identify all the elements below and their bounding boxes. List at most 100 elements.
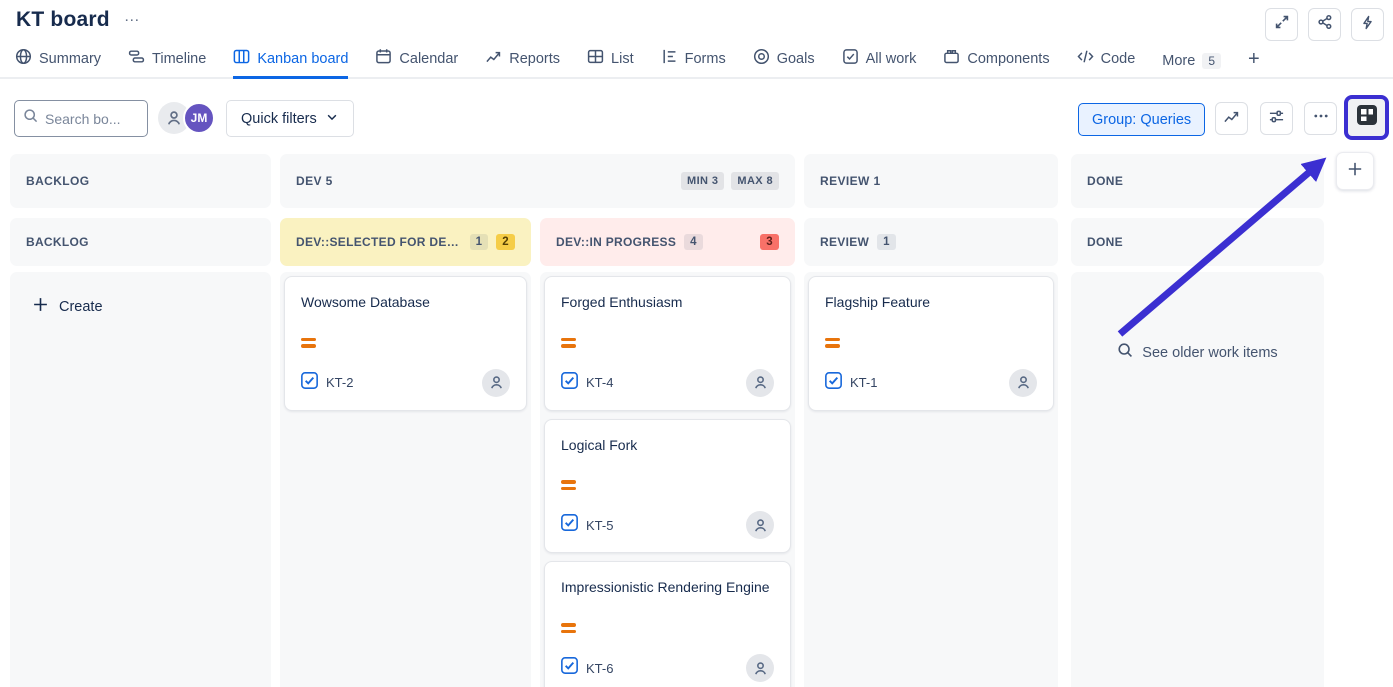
done-column: See older work items — [1071, 272, 1324, 687]
task-type-icon — [561, 372, 578, 394]
backlog-column: Create — [10, 272, 271, 687]
page-title: KT board — [16, 8, 110, 32]
see-older-work-items-link[interactable]: See older work items — [1075, 342, 1320, 363]
insights-icon — [1223, 108, 1240, 130]
expand-button[interactable] — [1265, 8, 1298, 41]
subcolumn-header-backlog[interactable]: BACKLOG — [10, 218, 271, 266]
share-button[interactable] — [1308, 8, 1341, 41]
task-type-icon — [561, 657, 578, 679]
priority-medium-icon — [301, 338, 316, 348]
tab-timeline[interactable]: Timeline — [128, 48, 206, 77]
assignee-avatar[interactable] — [482, 369, 510, 397]
priority-medium-icon — [561, 480, 576, 490]
view-settings-button[interactable] — [1260, 102, 1293, 135]
card-kt-1[interactable]: Flagship Feature KT-1 — [808, 276, 1054, 411]
priority-medium-icon — [825, 338, 840, 348]
components-icon — [943, 48, 960, 69]
search-icon — [23, 108, 39, 129]
tab-forms[interactable]: Forms — [661, 48, 726, 77]
card-kt-5[interactable]: Logical Fork KT-5 — [544, 419, 791, 554]
card-key: KT-5 — [586, 518, 613, 533]
view-tabs: Summary Timeline Kanban board Calendar R… — [0, 46, 1393, 79]
subcolumn-header-review[interactable]: REVIEW 1 — [804, 218, 1058, 266]
share-icon — [1317, 14, 1333, 35]
plus-icon — [32, 296, 49, 317]
insights-button[interactable] — [1215, 102, 1248, 135]
card-title: Wowsome Database — [301, 292, 510, 314]
calendar-icon — [375, 48, 392, 69]
limit-violation-badge: 3 — [760, 234, 779, 250]
more-count-badge: 5 — [1202, 53, 1221, 69]
card-key: KT-1 — [850, 375, 877, 390]
add-view-tab[interactable]: + — [1248, 48, 1260, 77]
card-title: Logical Fork — [561, 435, 774, 457]
quick-filters-dropdown[interactable]: Quick filters — [226, 100, 354, 137]
search-input[interactable] — [45, 111, 135, 127]
tab-more[interactable]: More5 — [1162, 53, 1221, 77]
assignee-avatar[interactable] — [1009, 369, 1037, 397]
kanban-board-page: KT board … Summary Timeline Kanban board… — [0, 0, 1393, 687]
tab-code[interactable]: Code — [1077, 48, 1136, 77]
ellipsis-icon — [1313, 108, 1329, 129]
board-icon — [233, 48, 250, 69]
assignee-avatar[interactable] — [746, 511, 774, 539]
timeline-icon — [128, 48, 145, 69]
board-config-icon — [1357, 105, 1377, 130]
assignee-avatar[interactable] — [746, 369, 774, 397]
card-key: KT-6 — [586, 661, 613, 676]
card-key: KT-4 — [586, 375, 613, 390]
assignee-avatar[interactable] — [746, 654, 774, 682]
list-icon — [587, 48, 604, 69]
tab-summary[interactable]: Summary — [15, 48, 101, 77]
card-kt-6[interactable]: Impressionistic Rendering Engine KT-6 — [544, 561, 791, 687]
card-title: Flagship Feature — [825, 292, 1037, 314]
priority-medium-icon — [561, 338, 576, 348]
goals-icon — [753, 48, 770, 69]
column-header-review[interactable]: REVIEW 1 — [804, 154, 1058, 208]
title-more-menu[interactable]: … — [124, 9, 141, 25]
priority-medium-icon — [561, 623, 576, 633]
card-kt-4[interactable]: Forged Enthusiasm KT-4 — [544, 276, 791, 411]
subcolumn-header-done[interactable]: DONE — [1071, 218, 1324, 266]
plus-icon: + — [1248, 48, 1260, 71]
tab-goals[interactable]: Goals — [753, 48, 815, 77]
tab-kanban-board[interactable]: Kanban board — [233, 48, 348, 79]
min-limit-badge: MIN 3 — [681, 172, 724, 190]
in-progress-column: Forged Enthusiasm KT-4 Logical Fork KT-5… — [540, 272, 795, 687]
create-button[interactable]: Create — [14, 276, 267, 317]
tab-calendar[interactable]: Calendar — [375, 48, 458, 77]
board-toolbar: JM Quick filters Group: Queries — [0, 98, 1393, 140]
code-icon — [1077, 48, 1094, 69]
lightning-icon — [1360, 15, 1375, 35]
more-actions-button[interactable] — [1304, 102, 1337, 135]
card-title: Impressionistic Rendering Engine — [561, 577, 774, 599]
selected-for-development-column: Wowsome Database KT-2 — [280, 272, 531, 687]
user-avatar-jm[interactable]: JM — [183, 102, 215, 134]
tab-list[interactable]: List — [587, 48, 634, 77]
card-title: Forged Enthusiasm — [561, 292, 774, 314]
tab-all-work[interactable]: All work — [842, 48, 917, 77]
chevron-down-icon — [325, 110, 339, 128]
automation-button[interactable] — [1351, 8, 1384, 41]
forms-icon — [661, 48, 678, 69]
count-badge: 2 — [496, 234, 515, 250]
card-kt-2[interactable]: Wowsome Database KT-2 — [284, 276, 527, 411]
min-count-badge: 1 — [470, 234, 489, 250]
task-type-icon — [825, 372, 842, 394]
column-header-backlog[interactable]: BACKLOG — [10, 154, 271, 208]
search-board[interactable] — [14, 100, 148, 137]
expand-icon — [1274, 14, 1290, 35]
column-header-done[interactable]: DONE — [1071, 154, 1324, 208]
globe-icon — [15, 48, 32, 69]
tab-reports[interactable]: Reports — [485, 48, 560, 77]
subcolumn-header-selected-for-development[interactable]: DEV::SELECTED FOR DEVELO... 1 2 — [280, 218, 531, 266]
subcolumn-header-in-progress[interactable]: DEV::IN PROGRESS 4 3 — [540, 218, 795, 266]
column-header-dev[interactable]: DEV 5 MIN 3 MAX 8 — [280, 154, 795, 208]
group-queries-button[interactable]: Group: Queries — [1078, 103, 1205, 136]
search-icon — [1117, 342, 1134, 363]
add-column-button[interactable] — [1336, 152, 1374, 190]
tab-components[interactable]: Components — [943, 48, 1049, 77]
count-badge: 1 — [877, 234, 896, 250]
plus-icon — [1346, 160, 1364, 183]
board-config-button[interactable] — [1348, 99, 1385, 136]
